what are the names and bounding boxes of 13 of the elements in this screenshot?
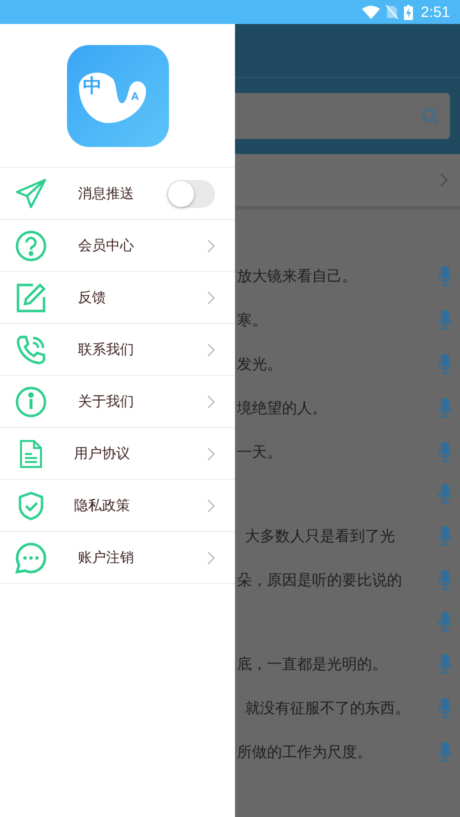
sentence-text: 寒。 — [237, 310, 268, 330]
sentence-text: 底，一直都是光明的。 — [237, 654, 388, 674]
sentence-text: 境绝望的人。 — [237, 398, 328, 418]
sentence-text: 放大镜来看自己。 — [237, 266, 358, 286]
sentence-text: 发光。 — [237, 354, 283, 374]
sentence-text: 就没有征服不了的东西。 — [245, 698, 411, 718]
logo-letter: A — [130, 90, 138, 102]
sentence-text: 朵，原因是听的要比说的 — [237, 570, 403, 590]
status-time: 2:51 — [420, 4, 450, 20]
sentence-text: 一天。 — [237, 442, 283, 462]
sentence-text: 大多数人只是看到了光 — [245, 526, 396, 546]
logo-glyph: 中 — [82, 74, 102, 96]
sentence-text: 所做的工作为尺度。 — [237, 742, 373, 762]
